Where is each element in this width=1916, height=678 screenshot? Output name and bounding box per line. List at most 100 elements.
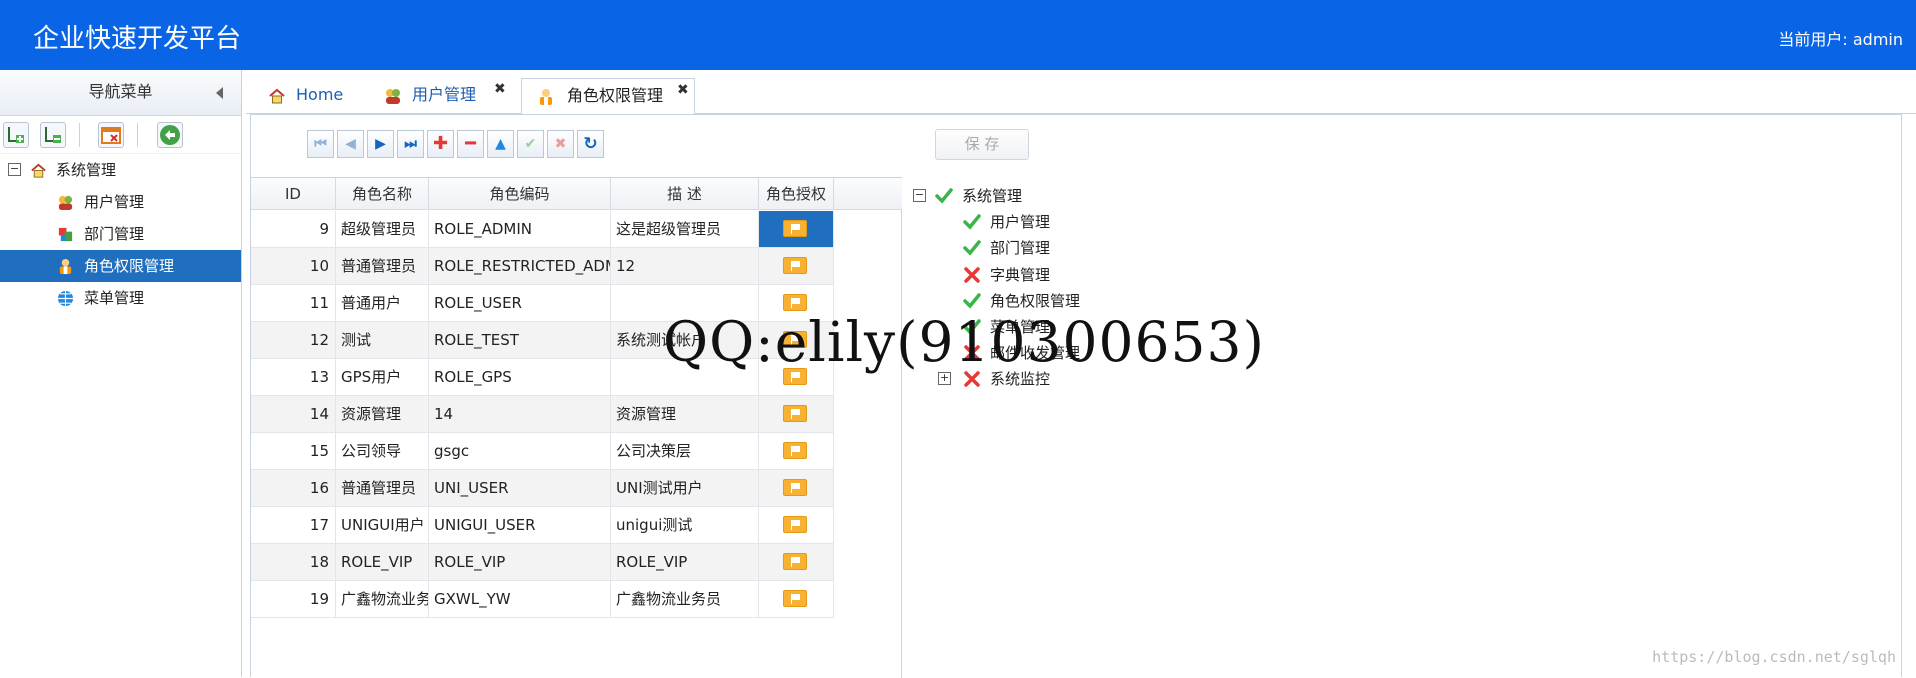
- permission-node[interactable]: 用户管理: [903, 209, 1303, 235]
- column-header-code[interactable]: 角色编码: [429, 178, 611, 210]
- sidebar-item-role-permission[interactable]: 角色权限管理: [0, 250, 241, 282]
- cell-id[interactable]: 9: [251, 211, 336, 247]
- table-row[interactable]: 9 超级管理员 ROLE_ADMIN 这是超级管理员: [251, 211, 834, 248]
- cell-code[interactable]: UNI_USER: [429, 470, 611, 506]
- cell-name[interactable]: 广鑫物流业务员: [336, 581, 429, 617]
- column-header-desc[interactable]: 描 述: [611, 178, 759, 210]
- last-page-button[interactable]: ⏭: [397, 130, 424, 158]
- cell-authorize[interactable]: [759, 544, 834, 580]
- refresh-button[interactable]: ↻: [577, 130, 604, 158]
- remove-button[interactable]: ━: [457, 130, 484, 158]
- cell-desc[interactable]: ROLE_VIP: [611, 544, 759, 580]
- cell-id[interactable]: 10: [251, 248, 336, 284]
- sidebar-item-user-management[interactable]: 用户管理: [0, 186, 241, 218]
- cell-name[interactable]: 普通用户: [336, 285, 429, 321]
- cell-authorize[interactable]: [759, 211, 834, 247]
- cell-desc[interactable]: 资源管理: [611, 396, 759, 432]
- cell-id[interactable]: 16: [251, 470, 336, 506]
- cell-code[interactable]: ROLE_GPS: [429, 359, 611, 395]
- cell-desc[interactable]: 12: [611, 248, 759, 284]
- authorize-flag-icon[interactable]: [783, 442, 807, 459]
- cell-code[interactable]: gsgc: [429, 433, 611, 469]
- prev-page-button[interactable]: ◀: [337, 130, 364, 158]
- table-row[interactable]: 10普通管理员ROLE_RESTRICTED_ADMIN12: [251, 248, 834, 285]
- nav-root-system[interactable]: − 系统管理: [0, 154, 241, 186]
- permission-node[interactable]: − 系统管理: [903, 183, 1303, 209]
- table-row[interactable]: 15 公司领导 gsgc 公司决策层: [251, 433, 834, 470]
- cell-desc[interactable]: 广鑫物流业务员: [611, 581, 759, 617]
- table-row[interactable]: 17 UNIGUI用户 UNIGUI_USER unigui测试: [251, 507, 834, 544]
- next-page-button[interactable]: ▶: [367, 130, 394, 158]
- cell-id[interactable]: 18: [251, 544, 336, 580]
- collapse-all-icon[interactable]: [40, 122, 66, 148]
- cell-authorize[interactable]: [759, 248, 834, 284]
- checked-icon[interactable]: [935, 187, 953, 205]
- cell-desc[interactable]: 公司决策层: [611, 433, 759, 469]
- first-page-button[interactable]: ⏮: [307, 130, 334, 158]
- column-header-id[interactable]: ID: [251, 178, 336, 210]
- authorize-flag-icon[interactable]: [783, 257, 807, 274]
- table-row[interactable]: 18 ROLE_VIP ROLE_VIP ROLE_VIP: [251, 544, 834, 581]
- cell-id[interactable]: 17: [251, 507, 336, 543]
- checked-icon[interactable]: [963, 292, 981, 310]
- add-button[interactable]: ✚: [427, 130, 454, 158]
- back-circle-icon[interactable]: [157, 122, 183, 148]
- cell-name[interactable]: ROLE_VIP: [336, 544, 429, 580]
- cell-code[interactable]: ROLE_USER: [429, 285, 611, 321]
- authorize-flag-icon[interactable]: [783, 516, 807, 533]
- permission-node[interactable]: 字典管理: [903, 262, 1303, 288]
- close-tab-icon[interactable]: [98, 122, 124, 148]
- cell-id[interactable]: 14: [251, 396, 336, 432]
- cell-name[interactable]: 测试: [336, 322, 429, 358]
- cell-id[interactable]: 12: [251, 322, 336, 358]
- tab-home[interactable]: Home: [256, 78, 346, 114]
- cell-desc[interactable]: 这是超级管理员: [611, 211, 759, 247]
- unchecked-cross-icon[interactable]: [963, 266, 981, 284]
- cell-name[interactable]: 普通管理员: [336, 248, 429, 284]
- tab-user-management[interactable]: 用户管理 ✖: [374, 78, 514, 114]
- expand-all-icon[interactable]: [3, 122, 29, 148]
- table-row[interactable]: 19广鑫物流业务员GXWL_YW广鑫物流业务员: [251, 581, 834, 618]
- checked-icon[interactable]: [963, 239, 981, 257]
- cell-desc[interactable]: unigui测试: [611, 507, 759, 543]
- move-up-button[interactable]: ▲: [487, 130, 514, 158]
- cell-name[interactable]: UNIGUI用户: [336, 507, 429, 543]
- collapse-left-icon[interactable]: [216, 87, 223, 99]
- cell-authorize[interactable]: [759, 581, 834, 617]
- table-row[interactable]: 14 资源管理 14 资源管理: [251, 396, 834, 433]
- current-user-label[interactable]: 当前用户: admin: [1778, 26, 1903, 50]
- authorize-flag-icon[interactable]: [783, 479, 807, 496]
- cell-code[interactable]: UNIGUI_USER: [429, 507, 611, 543]
- cell-name[interactable]: 资源管理: [336, 396, 429, 432]
- cell-id[interactable]: 19: [251, 581, 336, 617]
- cell-name[interactable]: GPS用户: [336, 359, 429, 395]
- save-button[interactable]: 保 存: [935, 129, 1029, 160]
- cell-name[interactable]: 超级管理员: [336, 211, 429, 247]
- sidebar-item-menu[interactable]: 菜单管理: [0, 282, 241, 314]
- tree-collapse-icon[interactable]: −: [913, 189, 926, 202]
- permission-node[interactable]: 部门管理: [903, 235, 1303, 261]
- cell-desc[interactable]: UNI测试用户: [611, 470, 759, 506]
- checked-icon[interactable]: [963, 213, 981, 231]
- column-header-authorize[interactable]: 角色授权: [759, 178, 834, 210]
- cancel-button[interactable]: ✖: [547, 130, 574, 158]
- cell-code[interactable]: ROLE_VIP: [429, 544, 611, 580]
- cell-authorize[interactable]: [759, 433, 834, 469]
- cell-authorize[interactable]: [759, 470, 834, 506]
- cell-code[interactable]: 14: [429, 396, 611, 432]
- authorize-flag-icon[interactable]: [783, 405, 807, 422]
- cell-id[interactable]: 11: [251, 285, 336, 321]
- cell-code[interactable]: ROLE_ADMIN: [429, 211, 611, 247]
- authorize-flag-icon[interactable]: [783, 553, 807, 570]
- column-header-name[interactable]: 角色名称: [336, 178, 429, 210]
- cell-code[interactable]: ROLE_TEST: [429, 322, 611, 358]
- cell-id[interactable]: 15: [251, 433, 336, 469]
- confirm-button[interactable]: ✔: [517, 130, 544, 158]
- cell-authorize[interactable]: [759, 507, 834, 543]
- cell-id[interactable]: 13: [251, 359, 336, 395]
- close-icon[interactable]: ✖: [494, 72, 506, 106]
- cell-name[interactable]: 普通管理员: [336, 470, 429, 506]
- tree-expand-icon[interactable]: +: [938, 372, 951, 386]
- authorize-flag-icon[interactable]: [783, 590, 807, 607]
- tab-role-permission[interactable]: 角色权限管理 ✖: [521, 78, 695, 115]
